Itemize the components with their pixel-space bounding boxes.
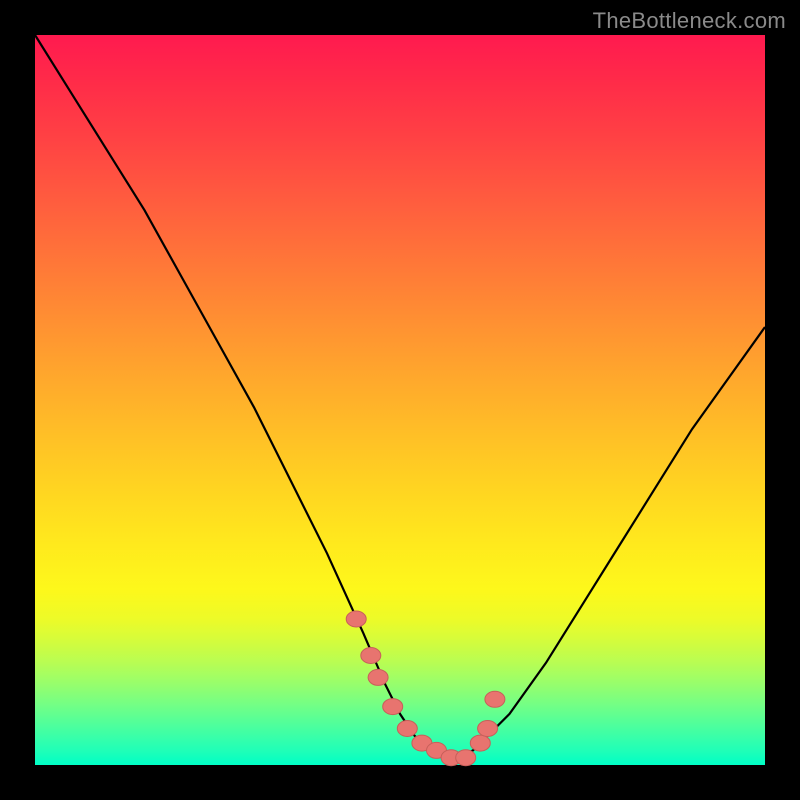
marker-point <box>346 611 366 627</box>
chart-frame: TheBottleneck.com <box>0 0 800 800</box>
marker-group <box>346 611 505 766</box>
marker-point <box>397 721 417 737</box>
marker-point <box>470 735 490 751</box>
marker-point <box>361 648 381 664</box>
chart-svg <box>35 35 765 765</box>
marker-point <box>456 750 476 766</box>
marker-point <box>485 691 505 707</box>
watermark-text: TheBottleneck.com <box>593 8 786 34</box>
marker-point <box>368 669 388 685</box>
bottleneck-curve <box>35 35 765 758</box>
marker-point <box>383 699 403 715</box>
marker-point <box>478 721 498 737</box>
